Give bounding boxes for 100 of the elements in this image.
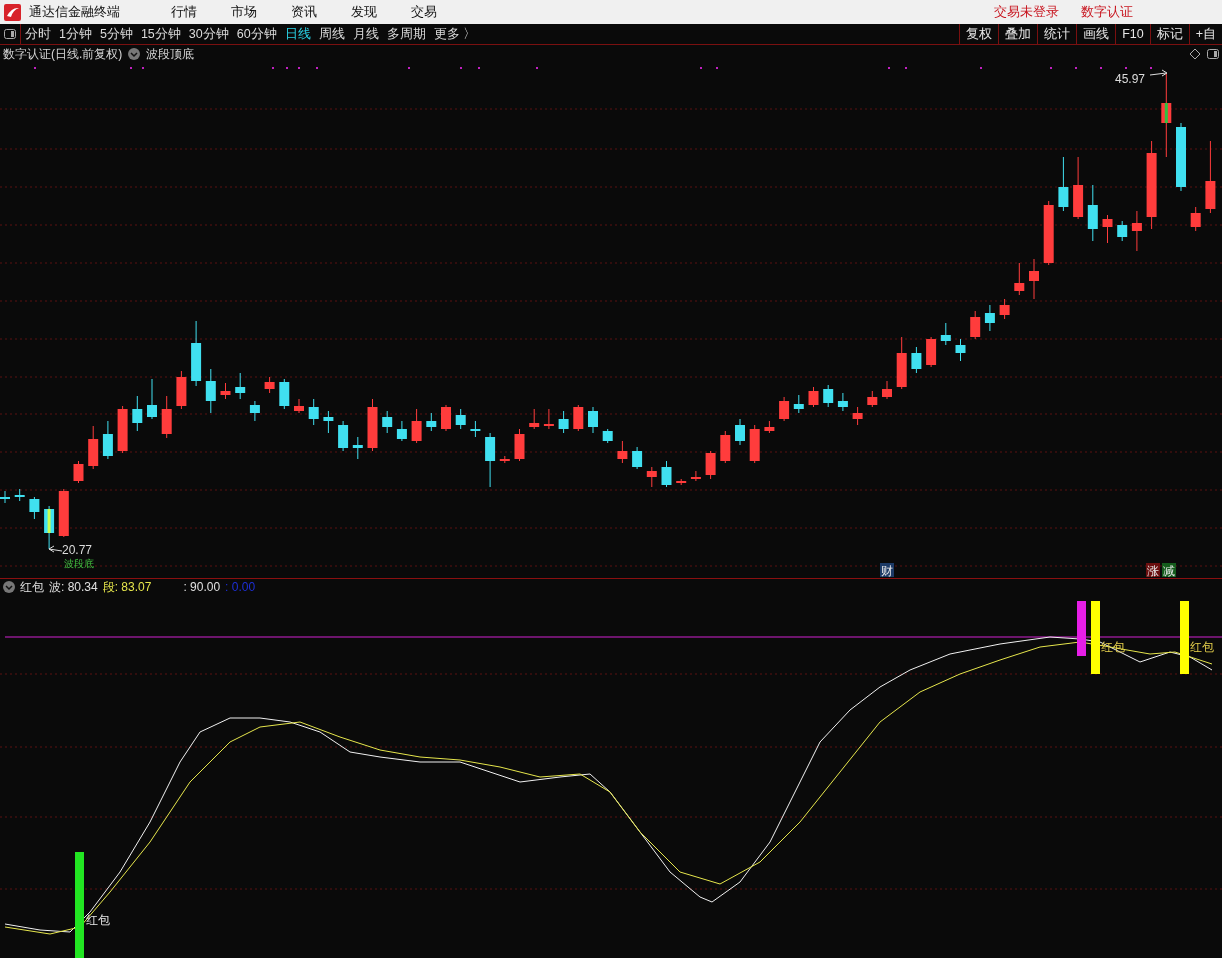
- candlestick: [1029, 258, 1039, 300]
- candlestick: [499, 455, 510, 464]
- candlestick: [940, 322, 951, 346]
- candlestick: [632, 446, 643, 470]
- chart-title: 数字认证(日线.前复权): [3, 45, 123, 63]
- candlestick: [88, 425, 99, 470]
- candlestick: [396, 420, 407, 442]
- candlestick: [235, 372, 246, 400]
- candlestick: [44, 505, 55, 550]
- candlestick: [441, 404, 451, 432]
- low-price-label: 20.77: [62, 543, 93, 557]
- toolbar-button[interactable]: 复权: [959, 24, 999, 44]
- signal-label: 红包: [1190, 640, 1214, 654]
- candlestick: [147, 378, 157, 420]
- candlestick: [955, 338, 966, 362]
- period-tab[interactable]: 30分钟: [184, 25, 233, 43]
- menu-item[interactable]: 资讯: [278, 3, 330, 21]
- candlestick: [102, 420, 113, 460]
- candlestick: [73, 460, 84, 484]
- candlestick: [58, 488, 69, 538]
- event-marker[interactable]: 涨: [1146, 563, 1160, 578]
- indicator-reading: 段: 83.07: [102, 578, 152, 596]
- menu-item[interactable]: 交易: [398, 3, 450, 21]
- candlestick: [720, 430, 731, 464]
- candlestick: [411, 408, 422, 444]
- candlestick: [543, 408, 554, 430]
- period-tab[interactable]: 月线: [348, 25, 383, 43]
- period-tab[interactable]: 15分钟: [136, 25, 185, 43]
- candlestick: [1131, 210, 1142, 252]
- candlestick: [323, 410, 334, 434]
- candlestick: [0, 490, 10, 504]
- menu-item[interactable]: 市场: [218, 3, 270, 21]
- candlestick: [338, 420, 349, 452]
- menu-item[interactable]: 发现: [338, 3, 390, 21]
- toolbar-button[interactable]: 标记: [1149, 24, 1189, 44]
- candlestick: [646, 466, 657, 488]
- candlestick: [1043, 200, 1054, 266]
- candlestick: [514, 428, 525, 462]
- candlestick: [602, 428, 613, 444]
- candlestick: [1117, 220, 1128, 242]
- candlestick: [14, 488, 25, 502]
- candlestick: [661, 460, 672, 488]
- menu-item[interactable]: 行情: [158, 3, 210, 21]
- candlestick: [617, 440, 628, 464]
- period-tab[interactable]: 1分钟: [55, 25, 96, 43]
- toolbar-button[interactable]: 叠加: [998, 24, 1038, 44]
- dropdown-icon[interactable]: [3, 581, 15, 593]
- indicator-reading: : 90.00: [183, 580, 221, 594]
- period-tab[interactable]: 周线: [314, 25, 349, 43]
- candlestick: [852, 406, 863, 426]
- candlestick: [558, 410, 569, 434]
- candlestick: [676, 478, 687, 486]
- candlestick: [984, 304, 995, 332]
- account-link[interactable]: 交易未登录: [987, 3, 1066, 21]
- candlestick: [793, 394, 804, 414]
- candlestick: [1058, 156, 1069, 212]
- event-marker[interactable]: 财: [880, 563, 894, 578]
- candlestick: [249, 400, 260, 422]
- event-marker[interactable]: 减: [1162, 563, 1176, 578]
- app-title: 通达信金融终端: [29, 3, 120, 21]
- toolbar-button[interactable]: 画线: [1076, 24, 1116, 44]
- candlestick: [455, 408, 466, 430]
- toolbar-button[interactable]: F10: [1115, 24, 1150, 44]
- candlestick: [1014, 262, 1025, 296]
- candlestick: [382, 410, 393, 434]
- panel-toggle-icon: [4, 29, 16, 39]
- candlestick: [779, 396, 790, 422]
- candlestick: [690, 470, 701, 482]
- high-price-arrow: [1149, 69, 1168, 77]
- toolbar-button[interactable]: +自: [1188, 24, 1222, 44]
- indicator-name: 红包: [20, 578, 44, 596]
- candlestick: [705, 450, 716, 480]
- account-link[interactable]: 数字认证: [1074, 3, 1140, 21]
- indicator-name: 波段顶底: [146, 45, 195, 63]
- period-tab[interactable]: 日线: [280, 25, 315, 43]
- wave-bottom-label: 波段底: [64, 558, 94, 569]
- candlestick: [749, 424, 760, 464]
- period-tab[interactable]: 5分钟: [95, 25, 137, 43]
- candlestick: [1190, 206, 1201, 232]
- dropdown-icon[interactable]: [128, 48, 141, 60]
- candlestick: [1102, 214, 1113, 244]
- period-tab[interactable]: 分时: [21, 25, 55, 43]
- toolbar-button[interactable]: 统计: [1037, 24, 1077, 44]
- candlestick: [588, 406, 598, 434]
- period-tab[interactable]: 多周期: [382, 25, 430, 43]
- candlestick: [264, 376, 275, 394]
- period-tab[interactable]: 更多 〉: [429, 25, 481, 43]
- candlestick: [294, 398, 304, 414]
- panel-toggle-icon[interactable]: [1207, 49, 1219, 59]
- candlestick: [279, 378, 290, 410]
- high-price-label: 45.97: [1115, 72, 1146, 86]
- candlestick: [1087, 184, 1098, 242]
- candlestick: [352, 436, 363, 460]
- low-price-arrow: [48, 545, 63, 553]
- diamond-icon[interactable]: [1189, 48, 1201, 60]
- candlestick: [970, 310, 981, 340]
- candlestick: [837, 392, 848, 412]
- app-logo: [4, 3, 21, 21]
- period-tab[interactable]: 60分钟: [232, 25, 281, 43]
- candlestick: [823, 384, 834, 408]
